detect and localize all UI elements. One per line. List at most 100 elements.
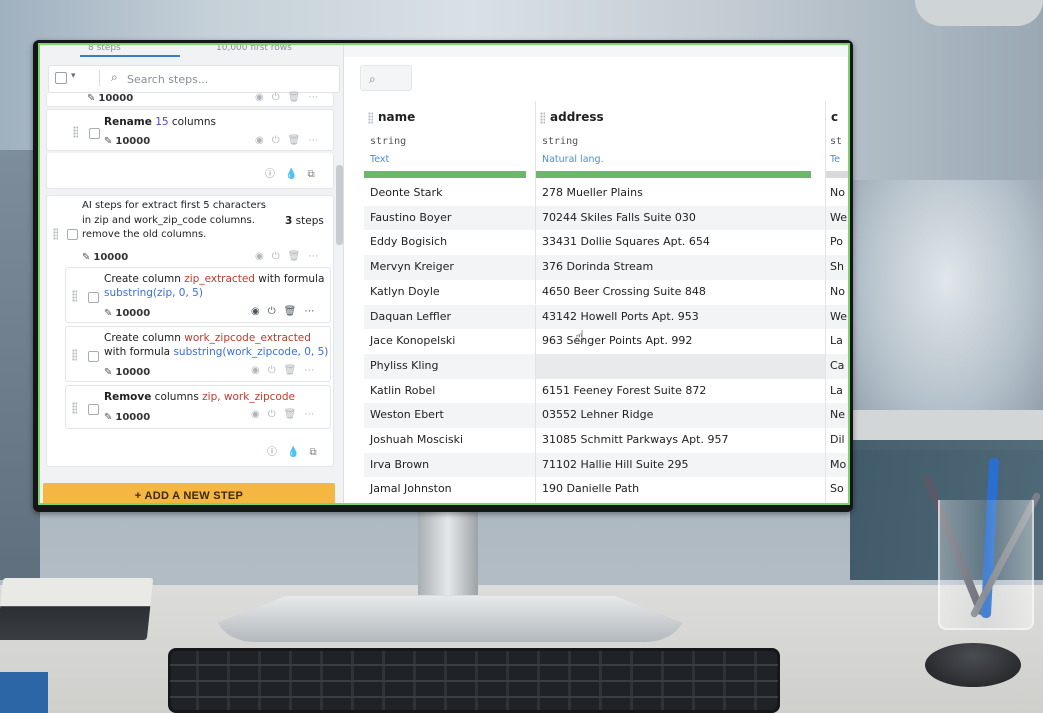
step-actions[interactable]: ◉⏻🗑⋯	[255, 251, 326, 262]
pen-cup	[938, 500, 1034, 630]
table-cell[interactable]: Irva Brown	[364, 452, 536, 478]
step-checkbox[interactable]	[88, 351, 99, 362]
select-all-checkbox[interactable]	[55, 72, 67, 84]
table-cell[interactable]: 70244 Skiles Falls Suite 030	[536, 205, 826, 231]
column-title: name	[378, 110, 416, 124]
table-cell[interactable]: 43142 Howell Ports Apt. 953	[536, 304, 826, 330]
pencil-icon: ✎	[104, 136, 113, 147]
table-cell[interactable]: La	[826, 379, 848, 404]
table-cell[interactable]: Ca	[826, 353, 848, 379]
step-actions[interactable]: ◉⏻🗑⋯	[251, 409, 322, 420]
drag-handle-icon[interactable]	[73, 126, 78, 138]
table-cell[interactable]: 33431 Dollie Squares Apt. 654	[536, 230, 826, 256]
chevron-down-icon[interactable]: ▾	[71, 71, 76, 81]
table-cell[interactable]: Jace Konopelski	[364, 329, 536, 354]
drag-handle-icon[interactable]	[540, 112, 545, 124]
drag-handle-icon[interactable]	[53, 228, 58, 240]
computer-mouse	[925, 643, 1021, 687]
table-cell[interactable]: Weston Ebert	[364, 403, 536, 428]
desk-lamp	[915, 0, 1043, 26]
table-cell[interactable]: Daquan Leffler	[364, 304, 536, 330]
step-title: Remove columns zip, work_zipcode	[104, 391, 295, 403]
step-card-remove-columns[interactable]: Remove columns zip, work_zipcode ✎ 10000 …	[65, 385, 331, 429]
drag-handle-icon[interactable]	[368, 112, 373, 124]
step-checkbox[interactable]	[88, 404, 99, 415]
column-semantic-type[interactable]: Te	[830, 154, 840, 165]
column-quality-bar	[826, 171, 848, 178]
table-cell[interactable]: 03552 Lehner Ridge	[536, 403, 826, 428]
ai-step-group[interactable]: AI steps for extract first 5 characters …	[46, 195, 334, 467]
step-footer: ⓘ💧⧉	[46, 153, 334, 189]
column-semantic-type[interactable]: Text	[370, 154, 389, 165]
drag-handle-icon[interactable]	[72, 402, 77, 414]
search-icon: ⌕	[369, 72, 376, 86]
step-actions[interactable]: ◉⏻🗑⋯	[255, 92, 326, 103]
search-steps-input[interactable]	[125, 69, 329, 89]
table-cell[interactable]: Ne	[826, 403, 848, 428]
add-new-step-button[interactable]: + ADD A NEW STEP	[43, 483, 335, 503]
table-cell[interactable]: 376 Dorinda Stream	[536, 255, 826, 280]
step-row-count: ✎ 10000	[82, 252, 129, 263]
step-actions[interactable]: ◉⏻🗑⋯	[255, 135, 326, 146]
column-type: string	[542, 136, 579, 147]
grid-search-button[interactable]: ⌕	[360, 65, 412, 91]
table-cell[interactable]	[536, 353, 826, 379]
tab-steps[interactable]: 8 steps	[88, 45, 121, 53]
tab-first-rows[interactable]: 10,000 first rows	[216, 45, 292, 53]
grid-top-bar	[344, 45, 848, 57]
step-card-rename[interactable]: Rename 15 columns ✎ 10000 ◉⏻🗑⋯	[46, 109, 334, 151]
table-cell[interactable]: Katlyn Doyle	[364, 279, 536, 305]
step-card-create-zip-extracted[interactable]: Create column zip_extracted with formula…	[65, 267, 331, 323]
keyboard-row	[170, 680, 778, 682]
pencil-icon: ✎	[104, 412, 113, 423]
table-cell[interactable]: 4650 Beer Crossing Suite 848	[536, 279, 826, 305]
table-cell[interactable]: Phyliss Kling	[364, 353, 536, 379]
table-cell[interactable]: Po	[826, 230, 848, 255]
column-header[interactable]: c st Te	[826, 101, 848, 181]
step-checkbox[interactable]	[88, 292, 99, 303]
table-cell[interactable]: 31085 Schmitt Parkways Apt. 957	[536, 428, 826, 453]
background-window	[850, 180, 1043, 430]
steps-scrollbar[interactable]	[336, 165, 343, 245]
table-cell[interactable]: Jamal Johnston	[364, 477, 536, 503]
pencil-icon: ✎	[82, 252, 91, 263]
table-cell[interactable]: We	[826, 304, 848, 330]
column-quality-bar	[536, 171, 811, 178]
table-cell[interactable]: 6151 Feeney Forest Suite 872	[536, 378, 826, 404]
table-cell[interactable]: Katlin Robel	[364, 378, 536, 404]
table-cell[interactable]: Dil	[826, 428, 848, 453]
step-card-previous[interactable]: ✎ 10000 ◉⏻🗑⋯	[46, 92, 334, 107]
ai-group-step-count: 3 steps	[285, 215, 324, 227]
table-cell[interactable]: No	[826, 181, 848, 206]
table-cell[interactable]: Faustino Boyer	[364, 205, 536, 231]
table-cell[interactable]: Mervyn Kreiger	[364, 255, 536, 280]
table-cell[interactable]: So	[826, 477, 848, 502]
step-row-count: ✎ 10000	[104, 367, 151, 378]
table-cell[interactable]: La	[826, 329, 848, 354]
table-cell[interactable]: Mo	[826, 452, 848, 478]
table-cell[interactable]: Deonte Stark	[364, 181, 536, 206]
group-footer-actions[interactable]: ⓘ💧⧉	[267, 443, 327, 458]
column-header[interactable]: address string Natural lang.	[536, 101, 826, 181]
table-cell[interactable]: Joshuah Mosciski	[364, 428, 536, 453]
table-cell[interactable]: 190 Danielle Path	[536, 477, 826, 503]
table-cell[interactable]: We	[826, 205, 848, 231]
table-cell[interactable]: No	[826, 280, 848, 305]
table-cell[interactable]: 278 Mueller Plains	[536, 181, 826, 206]
column-title: address	[550, 110, 604, 124]
column-header[interactable]: name string Text	[364, 101, 536, 181]
drag-handle-icon[interactable]	[72, 290, 77, 302]
step-card-create-work-zipcode-extracted[interactable]: Create column work_zipcode_extracted wit…	[65, 326, 331, 382]
column-semantic-type[interactable]: Natural lang.	[542, 154, 604, 165]
table-cell[interactable]: 71102 Hallie Hill Suite 295	[536, 452, 826, 478]
table-cell[interactable]: Sh	[826, 255, 848, 280]
step-checkbox[interactable]	[89, 128, 100, 139]
step-footer-actions[interactable]: ⓘ💧⧉	[265, 165, 325, 180]
step-actions[interactable]: ◉⏻🗑⋯	[251, 365, 322, 376]
column-type: st	[830, 136, 843, 147]
step-title: Rename 15 columns	[104, 116, 217, 128]
step-actions[interactable]: ◉⏻🗑⋯	[251, 306, 322, 317]
group-checkbox[interactable]	[67, 229, 78, 240]
drag-handle-icon[interactable]	[72, 349, 77, 361]
table-cell[interactable]: Eddy Bogisich	[364, 230, 536, 256]
